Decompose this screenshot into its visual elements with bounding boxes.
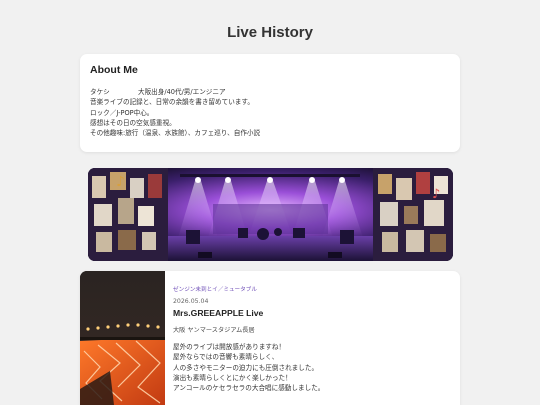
page-title: Live History <box>227 24 313 41</box>
live-venue: 大阪 ヤンマースタジアム長居 <box>173 327 255 334</box>
about-profile-line: タケシ 大阪出身/40代/男/エンジニア <box>90 87 450 97</box>
live-photo <box>80 271 165 405</box>
stadium-stage-photo <box>80 271 165 405</box>
about-line: ロック／J-POP中心。 <box>90 108 154 117</box>
live-comment-line: 屋外ならではの音響も素晴らしく、 <box>173 353 279 362</box>
about-line: 感想はその日の空気感重視。 <box>90 118 176 127</box>
about-card: About Me タケシ 大阪出身/40代/男/エンジニア 音楽ライブの記録と、日… <box>80 54 460 152</box>
live-comment-line: 人の多さやモニターの迫力にも圧倒されました。 <box>173 363 319 372</box>
live-entry-card[interactable]: ゼンジン未到とイ／ミュータブル 2026.05.04 Mrs.GREEAPPLE… <box>80 271 460 405</box>
concert-banner-image: ♪ ♪ <box>88 168 453 261</box>
about-line: 音楽ライブの記録と、日常の余韻を書き留めています。 <box>90 98 254 107</box>
about-profile: 大阪出身/40代/男/エンジニア <box>138 88 226 96</box>
svg-text:♪: ♪ <box>116 174 125 190</box>
live-date: 2026.05.04 <box>173 298 209 305</box>
live-comment-line: 演出も素晴らしくとにかく楽しかった！ <box>173 373 292 382</box>
live-comment-line: 屋外のライブは開放感がありますね！ <box>173 343 286 351</box>
about-heading: About Me <box>90 64 138 76</box>
live-category[interactable]: ゼンジン未到とイ／ミュータブル <box>173 285 453 293</box>
about-line: その他趣味:旅行（温泉、水族館）、カフェ巡り、自作小説 <box>90 129 261 138</box>
live-title[interactable]: Mrs.GREEAPPLE Live <box>173 308 453 318</box>
page: Live History About Me タケシ 大阪出身/40代/男/エンジニ… <box>0 0 540 405</box>
concert-stage-illustration: ♪ ♪ <box>88 168 453 261</box>
live-comment-line: アンコールのケセラセラの大合唱に感動しました。 <box>173 384 325 393</box>
live-body: ゼンジン未到とイ／ミュータブル 2026.05.04 Mrs.GREEAPPLE… <box>173 285 453 393</box>
about-name: タケシ <box>90 88 110 96</box>
svg-text:♪: ♪ <box>432 187 440 202</box>
